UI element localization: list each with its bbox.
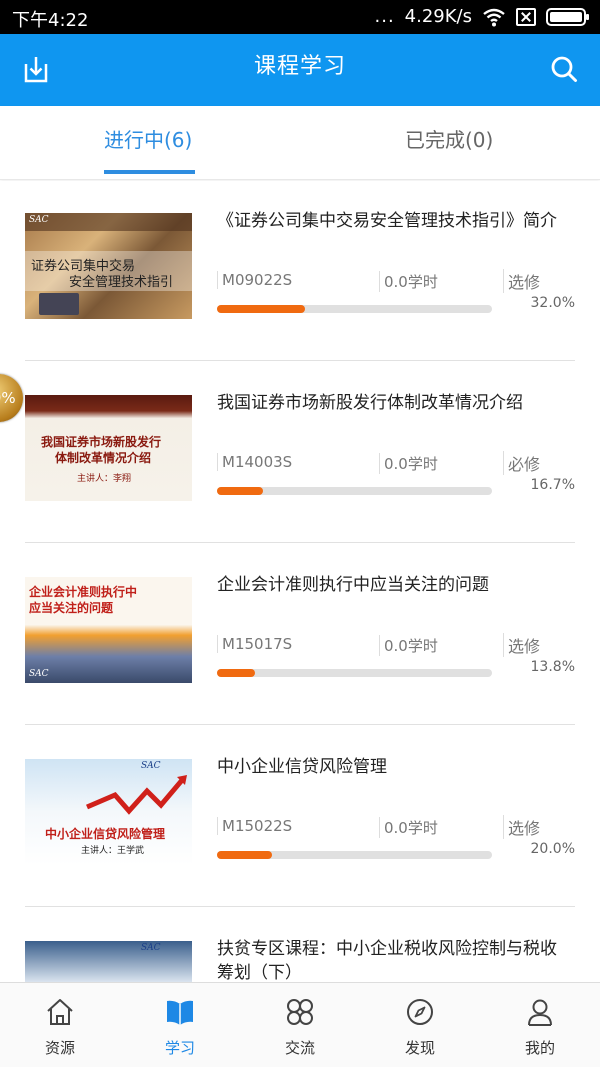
course-hours: 0.0学时: [379, 817, 438, 838]
thumb-speaker: 主讲人：王学武: [81, 846, 145, 856]
thumb-line2: 应当关注的问题: [29, 601, 114, 615]
course-thumbnail: SAC 证券公司集中交易 安全管理技术指引: [25, 213, 192, 319]
progress-bar: [217, 669, 492, 677]
divider: [25, 724, 575, 725]
status-right: ... 4.29K/s: [374, 6, 589, 27]
nav-label: 发现: [404, 1039, 435, 1057]
course-thumbnail: SAC: [25, 941, 192, 982]
network-speed: 4.29K/s: [404, 6, 472, 27]
progress-bar: [217, 487, 492, 495]
progress-percent: 32.0%: [530, 295, 575, 311]
thumb-logo: SAC: [29, 669, 49, 679]
search-icon[interactable]: [550, 54, 578, 84]
app-header: 课程学习: [0, 34, 600, 106]
thumb-logo: SAC: [141, 761, 161, 771]
course-hours: 0.0学时: [379, 635, 438, 656]
course-item[interactable]: SAC 扶贫专区课程：中小企业税收风险控制与税收筹划（下）: [25, 909, 575, 982]
tab-completed[interactable]: 已完成(0): [405, 124, 493, 153]
course-item[interactable]: SAC 中小企业信贷风险管理 主讲人：王学武 中小企业信贷风险管理 M15022…: [25, 727, 575, 909]
tab-bar: 进行中(6) 已完成(0): [0, 106, 600, 180]
course-item[interactable]: 企业会计准则执行中 应当关注的问题 SAC 企业会计准则执行中应当关注的问题 M…: [25, 545, 575, 727]
thumb-line2: 体制改革情况介绍: [55, 451, 152, 465]
wifi-icon: [483, 8, 505, 26]
course-meta: M15017S 0.0学时 选修: [217, 633, 575, 657]
status-bar: 下午4:22 ... 4.29K/s: [0, 0, 600, 34]
course-type: 选修: [503, 815, 540, 839]
no-sim-icon: [516, 7, 536, 26]
nav-label: 资源: [44, 1039, 75, 1057]
course-title[interactable]: 企业会计准则执行中应当关注的问题: [217, 573, 572, 597]
divider: [25, 542, 575, 543]
bottom-nav: 资源 学习 交流 发现 我的: [0, 982, 600, 1067]
nav-exchange[interactable]: 交流: [240, 983, 360, 1067]
status-time: 下午4:22: [12, 10, 89, 31]
nav-label: 学习: [164, 1039, 195, 1057]
grid-icon: [287, 999, 313, 1025]
status-dots: ...: [374, 6, 395, 27]
course-thumbnail: 我国证券市场新股发行 体制改革情况介绍 主讲人：李翔: [25, 395, 192, 501]
nav-resources[interactable]: 资源: [0, 983, 120, 1067]
progress-percent: 20.0%: [530, 841, 575, 857]
red-trend-arrow-icon: [86, 775, 187, 815]
progress-fill: [217, 487, 263, 495]
divider: [25, 906, 575, 907]
thumb-line1: 我国证券市场新股发行: [41, 435, 162, 449]
nav-mine[interactable]: 我的: [480, 983, 600, 1067]
nav-label: 我的: [524, 1039, 555, 1057]
home-icon: [47, 999, 73, 1025]
course-title[interactable]: 我国证券市场新股发行体制改革情况介绍: [217, 391, 572, 415]
thumb-speaker: 主讲人：李翔: [77, 474, 132, 484]
course-title[interactable]: 《证券公司集中交易安全管理技术指引》简介: [217, 209, 572, 233]
user-icon: [528, 999, 552, 1026]
divider: [25, 360, 575, 361]
course-code: M09022S: [217, 271, 292, 289]
thumb-line1: 中小企业信贷风险管理: [45, 827, 166, 841]
course-code: M14003S: [217, 453, 292, 471]
progress-badge[interactable]: 79%: [0, 374, 23, 422]
progress-bar: [217, 851, 492, 859]
nav-discover[interactable]: 发现: [360, 983, 480, 1067]
progress-fill: [217, 851, 272, 859]
course-code: M15022S: [217, 817, 292, 835]
course-list[interactable]: SAC 证券公司集中交易 安全管理技术指引 《证券公司集中交易安全管理技术指引》…: [0, 181, 600, 982]
course-title[interactable]: 扶贫专区课程：中小企业税收风险控制与税收筹划（下）: [217, 937, 572, 982]
course-meta: M09022S 0.0学时 选修: [217, 269, 575, 293]
battery-icon: [546, 7, 589, 26]
progress-fill: [217, 305, 305, 313]
course-code: M15017S: [217, 635, 292, 653]
compass-icon: [407, 999, 433, 1025]
course-hours: 0.0学时: [379, 271, 438, 292]
course-type: 选修: [503, 269, 540, 293]
course-item[interactable]: 我国证券市场新股发行 体制改革情况介绍 主讲人：李翔 我国证券市场新股发行体制改…: [25, 363, 575, 545]
progress-bar: [217, 305, 492, 313]
nav-label: 交流: [284, 1039, 315, 1057]
thumb-logo: SAC: [141, 943, 161, 953]
course-hours: 0.0学时: [379, 453, 438, 474]
course-thumbnail: 企业会计准则执行中 应当关注的问题 SAC: [25, 577, 192, 683]
progress-percent: 13.8%: [530, 659, 575, 675]
thumb-line1: 企业会计准则执行中: [29, 585, 138, 599]
course-meta: M15022S 0.0学时 选修: [217, 815, 575, 839]
nav-study[interactable]: 学习: [120, 983, 240, 1067]
course-type: 选修: [503, 633, 540, 657]
thumb-line2: 安全管理技术指引: [69, 275, 174, 290]
page-title: 课程学习: [253, 54, 346, 79]
course-type: 必修: [503, 451, 540, 475]
course-title[interactable]: 中小企业信贷风险管理: [217, 755, 572, 779]
progress-percent: 16.7%: [530, 477, 575, 493]
book-icon: [167, 1000, 193, 1025]
tab-active-indicator: [104, 170, 195, 174]
course-thumbnail: SAC 中小企业信贷风险管理 主讲人：王学武: [25, 759, 192, 865]
course-item[interactable]: SAC 证券公司集中交易 安全管理技术指引 《证券公司集中交易安全管理技术指引》…: [25, 181, 575, 363]
course-meta: M14003S 0.0学时 必修: [217, 451, 575, 475]
tab-in-progress[interactable]: 进行中(6): [104, 124, 192, 153]
progress-fill: [217, 669, 255, 677]
thumb-logo: SAC: [29, 215, 49, 225]
